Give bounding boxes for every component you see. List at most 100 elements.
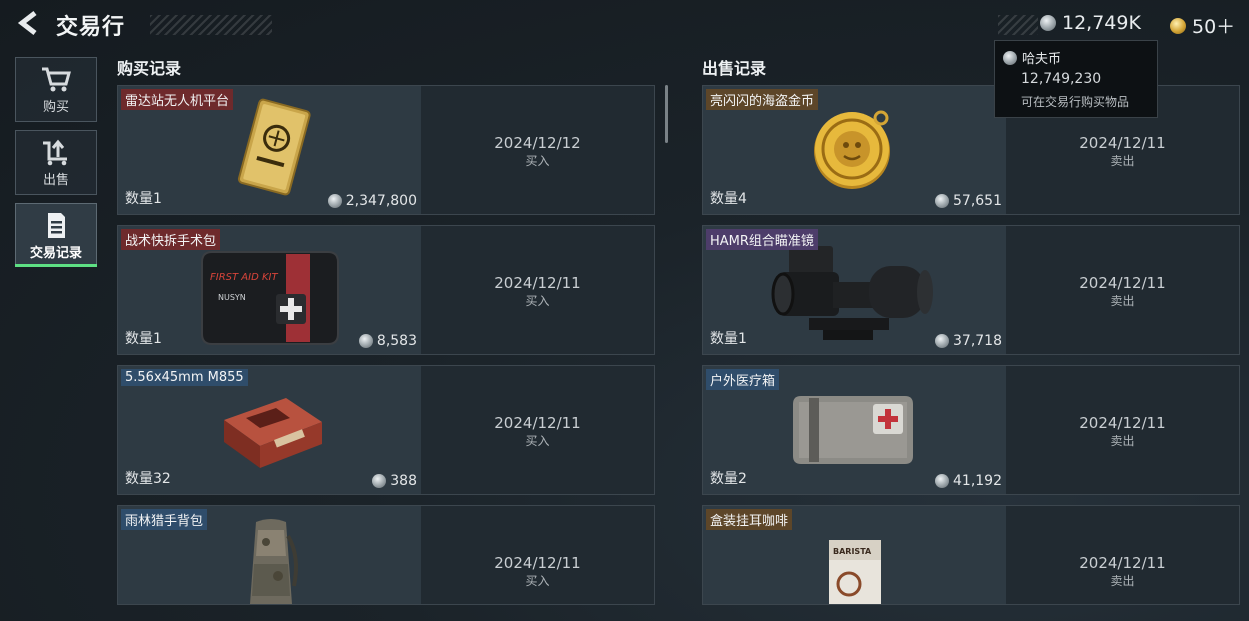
backpack-image [250, 519, 298, 604]
record-action: 卖出 [1110, 294, 1135, 308]
ammo-box-image [224, 398, 322, 468]
record-info: 2024/12/11 买入 [421, 506, 654, 604]
buy-record-card[interactable]: 5.56x45mm M855 数量32 388 2024/12/11 买入 [117, 365, 655, 495]
item-name: 5.56x45mm M855 [121, 369, 248, 386]
sell-icon [43, 139, 67, 166]
record-action: 卖出 [1110, 434, 1135, 448]
item-price: 388 [372, 473, 417, 489]
item-name: HAMR组合瞄准镜 [706, 229, 818, 250]
item-quantity: 数量1 [125, 331, 162, 347]
hamr-scope-image [771, 246, 933, 340]
item-panel: 户外医疗箱 数量2 41,192 [703, 366, 1006, 494]
record-info: 2024/12/11 买入 [421, 226, 654, 354]
item-panel: 亮闪闪的海盗金币 数量4 57,651 [703, 86, 1006, 214]
back-arrow-icon[interactable] [14, 8, 44, 38]
kit-label: FIRST AID KIT [210, 272, 278, 283]
first-aid-kit-image: FIRST AID KIT NUSYN [201, 251, 339, 345]
item-name: 盒装挂耳咖啡 [706, 509, 793, 530]
item-name: 雨林猎手背包 [121, 509, 208, 530]
item-price-value: 41,192 [953, 473, 1002, 489]
record-info: 2024/12/12 买入 [421, 86, 654, 214]
record-action: 买入 [525, 574, 550, 588]
record-action: 买入 [525, 434, 550, 448]
gold-coin-icon [1170, 17, 1186, 34]
currency-balance-value: 12,749K [1062, 12, 1141, 34]
hafcoin-icon [358, 334, 373, 348]
item-price: 41,192 [935, 473, 1002, 489]
record-date: 2024/12/12 [494, 134, 581, 152]
item-price: 37,718 [935, 333, 1002, 349]
record-action: 卖出 [1110, 574, 1135, 588]
sidebar-item-label: 出售 [42, 173, 69, 188]
currency-balance[interactable]: 12,749K [1040, 12, 1141, 34]
item-panel: FIRST AID KIT NUSYN 战术快拆手术包 数量1 8,583 [118, 226, 421, 354]
sell-record-card[interactable]: 亮闪闪的海盗金币 数量4 57,651 2024/12/11 卖出 [702, 85, 1240, 215]
item-price: 57,651 [935, 193, 1002, 209]
sidebar-item-label: 交易记录 [29, 246, 82, 261]
cart-icon [42, 67, 71, 92]
record-action: 卖出 [1110, 154, 1135, 168]
record-date: 2024/12/11 [1079, 554, 1166, 572]
item-price-value: 388 [390, 473, 417, 489]
record-date: 2024/12/11 [1079, 134, 1166, 152]
hafcoin-icon [1040, 15, 1056, 31]
active-tab-indicator [15, 264, 97, 267]
hafcoin-icon [327, 194, 342, 208]
buy-records-title: 购买记录 [117, 59, 182, 78]
record-date: 2024/12/11 [494, 414, 581, 432]
record-action: 买入 [525, 154, 550, 168]
header-decoration [998, 15, 1038, 35]
item-quantity: 数量2 [710, 471, 747, 487]
sell-record-card[interactable]: BARISTA 盒装挂耳咖啡 2024/12/11 卖出 [702, 505, 1240, 605]
record-info: 2024/12/11 买入 [421, 366, 654, 494]
record-info: 2024/12/11 卖出 [1006, 506, 1239, 604]
record-date: 2024/12/11 [1079, 414, 1166, 432]
item-price-value: 37,718 [953, 333, 1002, 349]
buy-record-card[interactable]: FIRST AID KIT NUSYN 战术快拆手术包 数量1 8,583 20… [117, 225, 655, 355]
pirate-gold-coin-image [814, 110, 890, 189]
item-quantity: 数量1 [125, 191, 162, 207]
hafcoin-icon [372, 474, 387, 488]
buy-list-scrollbar[interactable] [665, 85, 668, 143]
outdoor-medkit-image [793, 396, 913, 464]
hafcoin-icon [1003, 50, 1017, 65]
buy-record-card[interactable]: 雷达站无人机平台 数量1 2,347,800 2024/12/12 买入 [117, 85, 655, 215]
sell-records-title: 出售记录 [702, 59, 767, 78]
item-panel: 雷达站无人机平台 数量1 2,347,800 [118, 86, 421, 214]
item-price-value: 57,651 [953, 193, 1002, 209]
record-info: 2024/12/11 卖出 [1006, 366, 1239, 494]
title-decoration [150, 15, 272, 35]
item-name: 战术快拆手术包 [121, 229, 221, 250]
tooltip-description: 可在交易行购买物品 [1021, 95, 1130, 109]
record-info: 2024/12/11 卖出 [1006, 226, 1239, 354]
coffee-box-image: BARISTA [829, 540, 881, 604]
record-icon [48, 213, 65, 238]
item-panel: HAMR组合瞄准镜 数量1 37,718 [703, 226, 1006, 354]
item-name: 亮闪闪的海盗金币 [706, 89, 819, 110]
sidebar-item-sell[interactable]: 出售 [15, 130, 97, 195]
item-panel: BARISTA 盒装挂耳咖啡 [703, 506, 1006, 604]
sidebar-item-records[interactable]: 交易记录 [15, 203, 97, 265]
buy-record-card[interactable]: 雨林猎手背包 2024/12/11 买入 [117, 505, 655, 605]
item-quantity: 数量4 [710, 191, 747, 207]
item-panel: 雨林猎手背包 [118, 506, 421, 604]
sell-record-card[interactable]: HAMR组合瞄准镜 数量1 37,718 2024/12/11 卖出 [702, 225, 1240, 355]
tooltip-currency-name: 哈夫币 [1022, 52, 1062, 67]
record-date: 2024/12/11 [1079, 274, 1166, 292]
tooltip-amount: 12,749,230 [1021, 71, 1102, 87]
hafcoin-icon [935, 474, 949, 488]
record-date: 2024/12/11 [494, 274, 581, 292]
item-price-value: 2,347,800 [345, 193, 417, 209]
item-panel: 5.56x45mm M855 数量32 388 [118, 366, 421, 494]
sell-record-card[interactable]: 户外医疗箱 数量2 41,192 2024/12/11 卖出 [702, 365, 1240, 495]
item-price-value: 8,583 [376, 333, 417, 349]
item-quantity: 数量1 [710, 331, 747, 347]
item-price: 8,583 [358, 333, 417, 349]
item-quantity: 数量32 [125, 471, 171, 487]
currency-tooltip: 哈夫币 12,749,230 可在交易行购买物品 [994, 40, 1158, 118]
premium-currency[interactable]: 50＋ [1170, 12, 1235, 39]
hafcoin-icon [935, 334, 949, 348]
sidebar-item-label: 购买 [42, 100, 69, 115]
record-date: 2024/12/11 [494, 554, 581, 572]
sidebar-item-buy[interactable]: 购买 [15, 57, 97, 122]
